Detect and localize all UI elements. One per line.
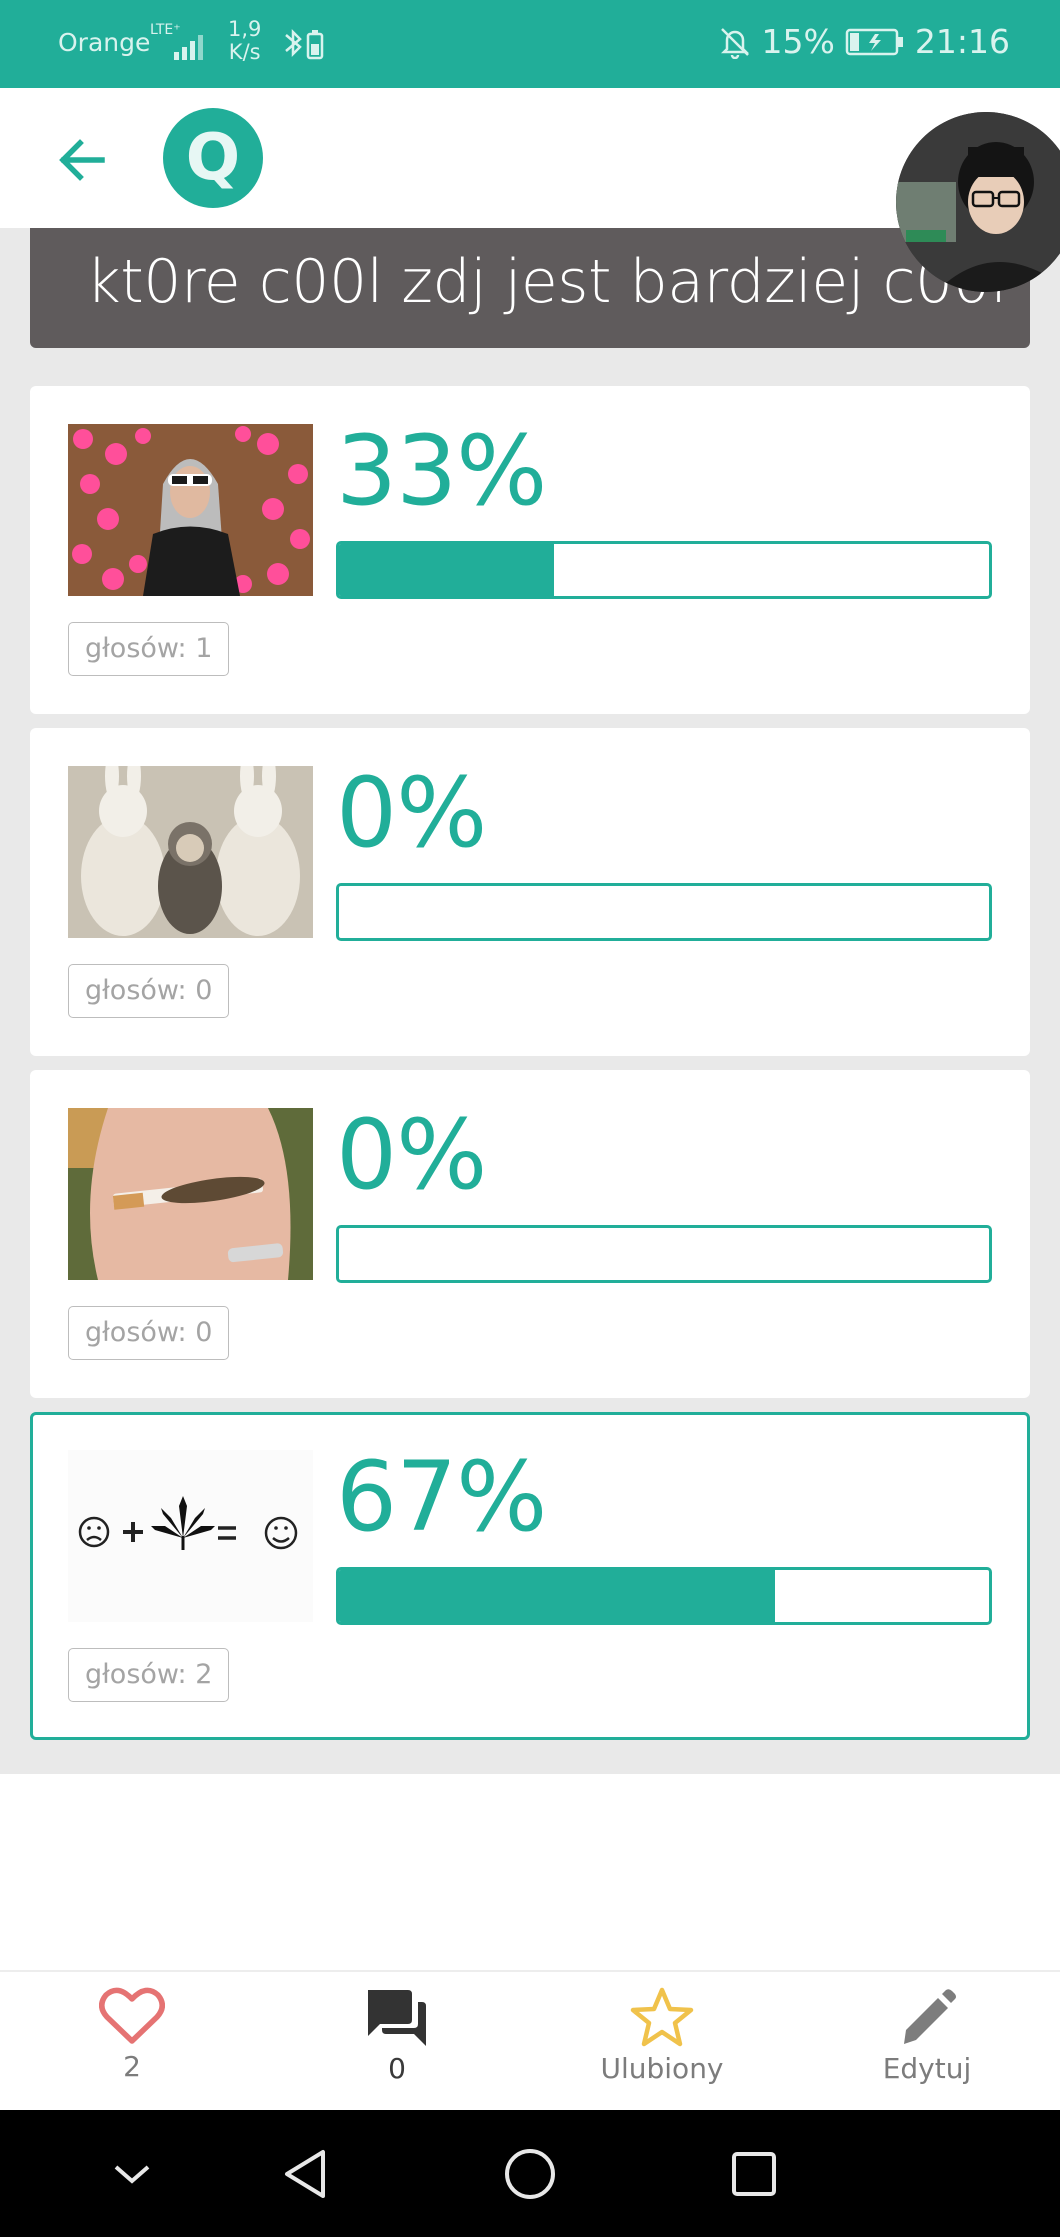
carrier-name: Orange (58, 28, 151, 57)
progress-fill (339, 1570, 775, 1622)
network-speed: 1,9 K/s (228, 17, 262, 64)
vote-count: głosów: 1 (68, 622, 230, 676)
pencil-icon (904, 1989, 956, 2044)
progress-bar (336, 883, 992, 941)
action-bar: 2 0 Ulubiony Edytuj (0, 1970, 1060, 2110)
bell-muted-icon (720, 27, 749, 59)
progress-bar (336, 1567, 992, 1625)
option-percent: 0% (336, 1099, 487, 1211)
progress-fill (339, 544, 554, 596)
man-with-hearts-photo (68, 424, 313, 596)
progress-bar (336, 541, 992, 599)
vote-count: głosów: 2 (68, 1648, 230, 1702)
lizard-cigarette-photo (68, 1108, 313, 1280)
nav-down-icon (114, 2165, 150, 2184)
poll-option-selected[interactable]: 67% głosów: 2 (30, 1412, 1030, 1740)
option-percent: 33% (336, 415, 547, 527)
nav-back-icon (285, 2150, 325, 2198)
nav-recents-icon (732, 2152, 776, 2196)
nav-home-button[interactable] (500, 2144, 560, 2204)
nav-back-button[interactable] (275, 2144, 335, 2204)
vote-count: głosów: 0 (68, 1306, 230, 1360)
poll-option[interactable]: 33% głosów: 1 (30, 386, 1030, 714)
child-with-rabbits-photo (68, 766, 313, 938)
star-icon (630, 1987, 694, 2047)
option-percent: 0% (336, 757, 487, 869)
poll-title: kt0re c00l zdj jest bardziej c00l (30, 228, 1030, 348)
comments-icon (368, 1990, 426, 2046)
nav-down-button[interactable] (102, 2144, 162, 2204)
system-nav-bar (0, 2110, 1060, 2237)
status-bar: Orange LTE⁺ 1,9 K/s 15% 21:16 (0, 0, 1060, 88)
back-button[interactable] (50, 128, 114, 192)
bluetooth-battery-icon (285, 28, 324, 60)
edit-label: Edytuj (882, 2052, 972, 2085)
poll-option[interactable]: 0% głosów: 0 (30, 1070, 1030, 1398)
favorite-button[interactable]: Ulubiony (562, 1986, 762, 2106)
back-arrow-icon (59, 139, 105, 181)
vote-count: głosów: 0 (68, 964, 230, 1018)
favorite-label: Ulubiony (600, 2052, 724, 2085)
poll-content: kt0re c00l zdj jest bardziej c00l 33% gł… (0, 228, 1060, 1774)
edit-button[interactable]: Edytuj (827, 1986, 1027, 2106)
heart-icon (99, 1987, 165, 2044)
signal-icon (174, 35, 203, 60)
nav-recents-button[interactable] (724, 2144, 784, 2204)
nav-home-icon (505, 2149, 555, 2199)
battery-percent: 15% (761, 22, 835, 61)
status-right: 15% 21:16 (718, 22, 1010, 61)
battery-charging-icon (845, 28, 903, 55)
like-button[interactable]: 2 (32, 1986, 232, 2106)
like-count: 2 (123, 2050, 141, 2083)
progress-bar (336, 1225, 992, 1283)
emoji-equation (68, 1450, 313, 1622)
comment-count: 0 (388, 2052, 406, 2085)
poll-option[interactable]: 0% głosów: 0 (30, 728, 1030, 1056)
option-percent: 67% (336, 1441, 547, 1553)
comments-button[interactable]: 0 (297, 1986, 497, 2106)
clock: 21:16 (914, 22, 1010, 61)
app-logo-icon[interactable]: Q (163, 108, 263, 208)
